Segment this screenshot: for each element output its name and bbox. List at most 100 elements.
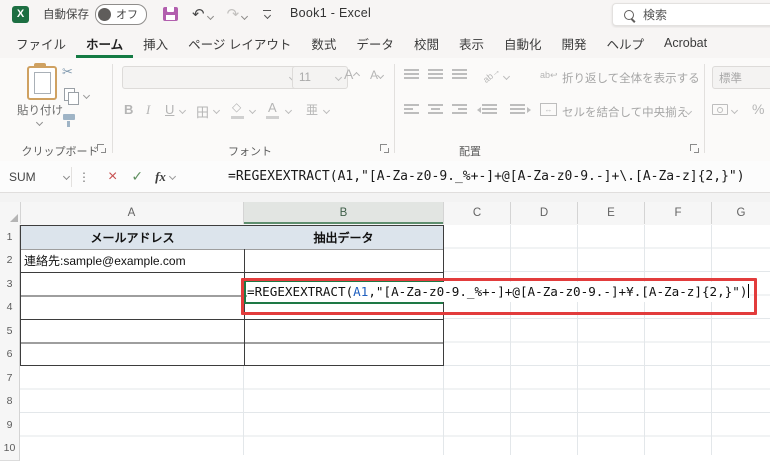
indent-arrow-icon — [477, 107, 481, 113]
orientation-button[interactable]: ab→ — [481, 65, 502, 85]
borders-button[interactable]: 田 — [196, 102, 209, 121]
annotation-highlight-box — [241, 278, 757, 315]
copy-button[interactable] — [64, 88, 75, 101]
clipboard-dialog-launcher[interactable] — [97, 144, 106, 153]
tab-view[interactable]: 表示 — [449, 28, 494, 58]
tab-insert[interactable]: 挿入 — [133, 28, 178, 58]
column-header-d[interactable]: D — [511, 202, 578, 224]
row-header-1[interactable]: 1 — [0, 225, 20, 250]
alignment-dialog-launcher[interactable] — [690, 144, 699, 153]
row-header-2[interactable]: 2 — [0, 249, 20, 274]
search-box[interactable]: 検索 — [612, 3, 770, 26]
align-top-button[interactable] — [404, 69, 419, 79]
tab-review[interactable]: 校閲 — [404, 28, 449, 58]
cell-b1[interactable]: 抽出データ — [244, 226, 443, 249]
decrease-indent-button[interactable] — [482, 104, 497, 114]
row-header-3[interactable]: 3 — [0, 272, 20, 297]
tab-automate[interactable]: 自動化 — [494, 28, 552, 58]
bold-button[interactable]: B — [124, 102, 133, 117]
underline-button[interactable]: U — [165, 102, 174, 117]
accounting-format-icon[interactable] — [712, 104, 728, 115]
number-format-value: 標準 — [719, 70, 742, 86]
align-middle-button[interactable] — [428, 69, 443, 79]
redo-button[interactable]: ↷ — [227, 7, 248, 22]
autosave-toggle[interactable]: オフ — [95, 4, 147, 25]
tab-page-layout[interactable]: ページ レイアウト — [178, 28, 301, 58]
align-left-button[interactable] — [404, 104, 419, 114]
save-icon[interactable] — [163, 7, 178, 21]
underline-chevron-icon[interactable] — [179, 107, 186, 114]
column-header-e[interactable]: E — [578, 202, 645, 224]
name-box-value: SUM — [9, 170, 36, 184]
cell-a1[interactable]: メールアドレス — [21, 226, 244, 249]
document-title: Book1 - Excel — [290, 6, 371, 20]
table-header-row: メールアドレス 抽出データ — [21, 226, 443, 249]
column-header-a[interactable]: A — [20, 202, 244, 224]
enter-button[interactable]: ✓ — [131, 168, 143, 185]
borders-chevron-icon[interactable] — [213, 107, 220, 114]
phonetic-guide-button[interactable]: 亜 — [306, 101, 318, 118]
tab-formulas[interactable]: 数式 — [301, 28, 346, 58]
row-header-9[interactable]: 9 — [0, 413, 20, 438]
column-header-c[interactable]: C — [444, 202, 511, 224]
fill-color-chevron-icon[interactable] — [249, 107, 256, 114]
font-dialog-launcher[interactable] — [380, 144, 389, 153]
column-header-g[interactable]: G — [712, 202, 770, 224]
font-size-combo[interactable]: 11 — [292, 66, 348, 89]
row-header-6[interactable]: 6 — [0, 343, 20, 368]
borders-grid-icon: 田 — [196, 105, 209, 120]
font-color-button[interactable]: A — [268, 100, 277, 115]
font-name-combo[interactable] — [122, 66, 302, 89]
formula-bar-chevron-icon[interactable] — [169, 173, 176, 180]
drag-handle-icon[interactable]: ⋮ — [78, 170, 90, 184]
row-header-7[interactable]: 7 — [0, 366, 20, 391]
quick-access-options-button[interactable] — [263, 10, 271, 19]
gridline — [644, 225, 645, 455]
copy-chevron-icon[interactable] — [83, 92, 90, 99]
name-box[interactable]: SUM — [0, 170, 71, 184]
number-format-combo[interactable]: 標準 — [712, 66, 770, 89]
tab-developer[interactable]: 開発 — [551, 28, 596, 58]
increase-indent-button[interactable] — [510, 104, 525, 114]
column-header-f[interactable]: F — [645, 202, 712, 224]
shrink-font-button[interactable]: A — [370, 68, 383, 82]
ribbon: 貼り付け ✂ クリップボード 11 A A B I U 田 ◇ A 亜 フォント… — [0, 58, 770, 162]
align-center-button[interactable] — [428, 104, 443, 114]
cell-a2[interactable]: 連絡先:sample@example.com — [21, 250, 247, 273]
fill-color-button[interactable]: ◇ — [232, 100, 241, 114]
row-header-8[interactable]: 8 — [0, 390, 20, 415]
chevron-down-icon — [63, 173, 70, 180]
undo-chevron-icon — [207, 12, 214, 19]
tab-help[interactable]: ヘルプ — [597, 28, 655, 58]
accounting-chevron-icon[interactable] — [731, 107, 738, 114]
merge-center-button[interactable]: セルを結合して中央揃え — [562, 104, 688, 120]
column-header-b[interactable]: B — [244, 202, 444, 224]
tab-acrobat[interactable]: Acrobat — [654, 28, 717, 58]
align-right-button[interactable] — [452, 104, 467, 114]
row-header-10[interactable]: 10 — [0, 437, 20, 461]
phonetic-chevron-icon[interactable] — [323, 107, 330, 114]
row-header-5[interactable]: 5 — [0, 319, 20, 344]
grid-body[interactable]: 1 2 3 4 5 6 7 8 9 10 メールアドレス 抽出データ 連絡先:s… — [0, 225, 770, 455]
merge-center-icon: ↔ — [540, 103, 557, 116]
tab-file[interactable]: ファイル — [6, 28, 76, 58]
cancel-button[interactable]: × — [108, 169, 117, 185]
orientation-chevron-icon[interactable] — [503, 73, 510, 80]
italic-button[interactable]: I — [146, 102, 150, 118]
tab-data[interactable]: データ — [346, 28, 404, 58]
wrap-text-button[interactable]: 折り返して全体を表示する — [562, 70, 700, 86]
row-header-4[interactable]: 4 — [0, 296, 20, 321]
insert-function-button[interactable]: fx — [155, 169, 166, 185]
format-painter-button[interactable] — [63, 114, 75, 120]
align-bottom-button[interactable] — [452, 69, 467, 79]
separator — [71, 167, 72, 187]
undo-button[interactable]: ↶ — [192, 7, 213, 22]
percent-style-button[interactable]: % — [752, 101, 764, 117]
cut-button[interactable]: ✂ — [62, 64, 73, 80]
tab-home[interactable]: ホーム — [76, 28, 133, 58]
grow-font-button[interactable]: A — [344, 66, 359, 82]
select-all-corner[interactable] — [0, 202, 21, 224]
formula-input[interactable]: =REGEXEXTRACT(A1,"[A-Za-z0-9._%+-]+@[A-Z… — [228, 161, 745, 192]
paste-clipboard-clip-icon — [34, 63, 46, 68]
font-color-chevron-icon[interactable] — [285, 107, 292, 114]
